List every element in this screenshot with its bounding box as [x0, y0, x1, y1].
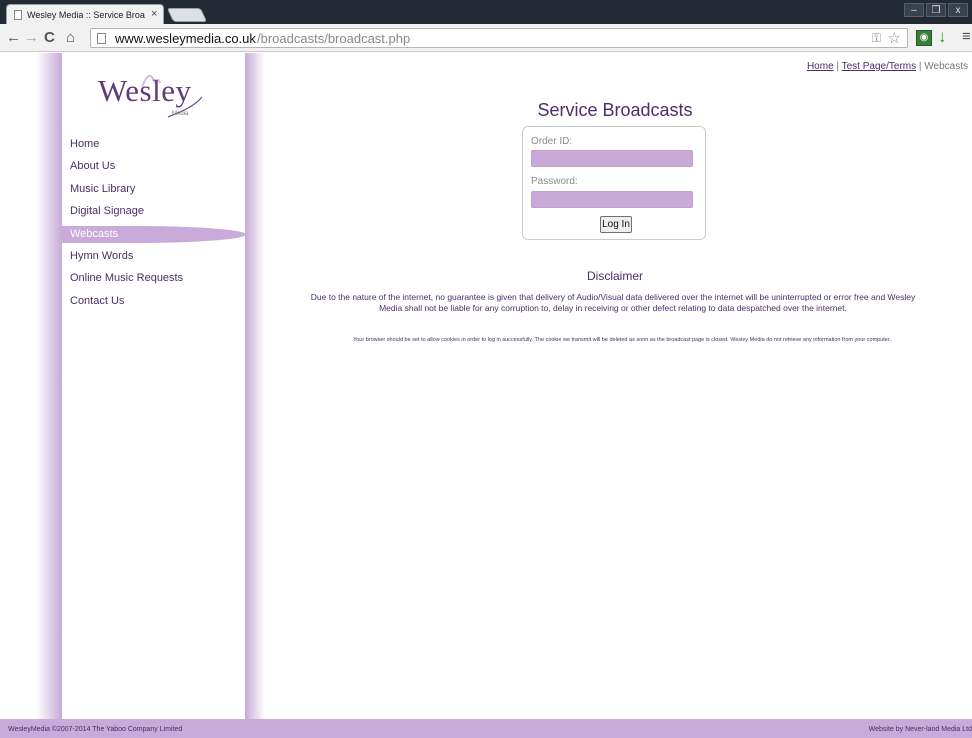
- extension-icon[interactable]: ◉: [916, 30, 932, 46]
- sidebar-item-label: Digital Signage: [70, 205, 144, 218]
- sidebar-shade-right: [245, 53, 265, 719]
- password-label: Password:: [531, 176, 578, 187]
- breadcrumb: Home | Test Page/Terms | Webcasts: [807, 61, 968, 72]
- browser-tab[interactable]: Wesley Media :: Service Broa ×: [6, 4, 164, 24]
- footer-credit: Website by Never-land Media Ltd: [868, 726, 972, 733]
- download-arrow-icon[interactable]: ↓: [938, 27, 947, 47]
- bookmark-star-icon[interactable]: ☆: [888, 29, 901, 47]
- order-id-input[interactable]: [531, 150, 693, 167]
- logo-subtext: Media: [172, 111, 189, 117]
- sidebar-item-label: Online Music Requests: [70, 272, 184, 285]
- key-icon[interactable]: ⚿: [872, 31, 881, 46]
- home-icon[interactable]: ⌂: [66, 28, 75, 48]
- login-form: Order ID: Password: Log In: [522, 126, 706, 240]
- footer: WesleyMedia ©2007-2014 The Yaboo Company…: [0, 719, 972, 738]
- sidebar-item-digital-signage[interactable]: Digital Signage: [62, 200, 245, 222]
- sidebar-menu: Home About Us Music Library Digital Sign…: [62, 133, 246, 312]
- sidebar-item-home[interactable]: Home: [62, 133, 245, 155]
- sidebar-item-music-library[interactable]: Music Library: [62, 178, 245, 200]
- new-tab-button[interactable]: [166, 8, 208, 22]
- password-input[interactable]: [531, 191, 693, 208]
- sidebar-item-label: Hymn Words: [70, 249, 134, 262]
- tab-title: Wesley Media :: Service Broa: [27, 10, 145, 20]
- order-id-label: Order ID:: [531, 136, 573, 147]
- sidebar-item-label: Music Library: [70, 182, 136, 195]
- web-page: Wesley Media Home About Us Music Library…: [0, 53, 972, 738]
- sidebar-item-contact-us[interactable]: Contact Us: [62, 290, 245, 312]
- page-title: Service Broadcasts: [537, 100, 693, 120]
- url-path: /broadcasts/broadcast.php: [257, 31, 411, 46]
- sidebar: Wesley Media Home About Us Music Library…: [62, 53, 246, 719]
- sidebar-shade-left: [36, 53, 62, 719]
- address-bar[interactable]: www.wesleymedia.co.uk /broadcasts/broadc…: [90, 28, 908, 48]
- browser-toolbar: ← → C ⌂ www.wesleymedia.co.uk /broadcast…: [0, 24, 972, 52]
- cookie-note: Your browser should be set to allow cook…: [353, 337, 891, 343]
- footer-copyright: WesleyMedia ©2007-2014 The Yaboo Company…: [8, 726, 183, 733]
- page-icon: [97, 33, 106, 44]
- disclaimer-heading: Disclaimer: [586, 269, 643, 283]
- sidebar-item-label: Webcasts: [70, 227, 119, 240]
- tab-close-icon[interactable]: ×: [151, 8, 157, 20]
- breadcrumb-home-link[interactable]: Home: [807, 61, 834, 72]
- url-host: www.wesleymedia.co.uk: [115, 31, 256, 46]
- sidebar-item-label: About Us: [70, 160, 116, 173]
- maximize-button[interactable]: ❐: [926, 3, 946, 17]
- browser-titlebar: Wesley Media :: Service Broa × – ❐ x: [0, 0, 972, 24]
- breadcrumb-separator: |: [833, 61, 842, 72]
- close-window-button[interactable]: x: [948, 3, 968, 17]
- forward-arrow-icon[interactable]: →: [24, 28, 39, 48]
- sidebar-item-webcasts[interactable]: Webcasts: [62, 223, 246, 245]
- window-controls: – ❐ x: [904, 3, 968, 19]
- log-in-button[interactable]: Log In: [600, 216, 632, 233]
- page-icon: [14, 10, 22, 20]
- menu-icon[interactable]: ≡: [962, 28, 971, 45]
- sidebar-item-about-us[interactable]: About Us: [62, 155, 245, 177]
- back-arrow-icon[interactable]: ←: [6, 28, 21, 48]
- logo-text: Wesley: [98, 73, 192, 108]
- disclaimer-text: Due to the nature of the internet, no gu…: [310, 292, 916, 313]
- sidebar-item-label: Home: [70, 138, 100, 150]
- sidebar-item-hymn-words[interactable]: Hymn Words: [62, 245, 245, 267]
- breadcrumb-current: Webcasts: [924, 61, 968, 72]
- sidebar-item-online-music-requests[interactable]: Online Music Requests: [62, 267, 245, 289]
- breadcrumb-terms-link[interactable]: Test Page/Terms: [842, 61, 916, 72]
- reload-icon[interactable]: C: [44, 28, 55, 48]
- sidebar-item-label: Contact Us: [70, 294, 125, 307]
- minimize-button[interactable]: –: [904, 3, 924, 17]
- wesley-media-logo[interactable]: Wesley Media: [98, 73, 208, 123]
